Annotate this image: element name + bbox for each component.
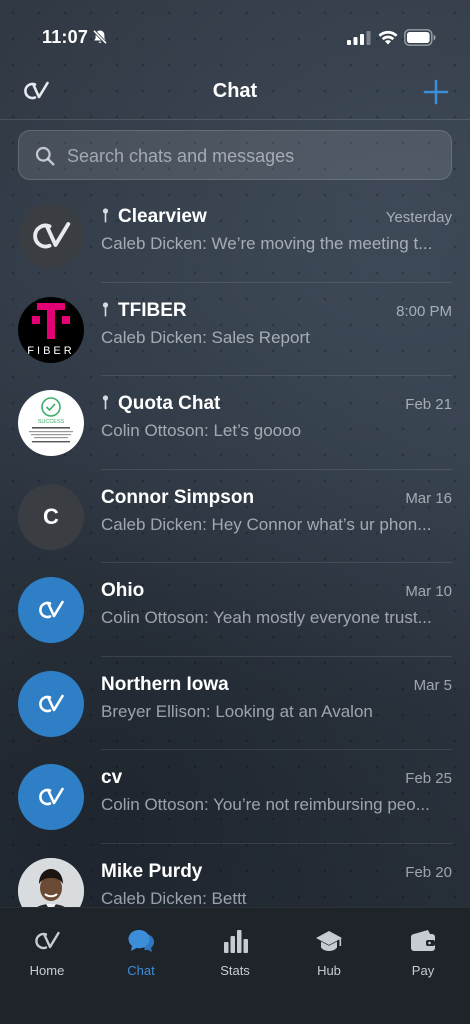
chat-preview: Caleb Dicken: Bettt xyxy=(101,888,247,908)
chat-preview: Caleb Dicken: We’re moving the meeting t… xyxy=(101,234,433,253)
bar-chart-icon xyxy=(224,930,248,953)
chat-item-clearview[interactable]: Clearview Yesterday Caleb Dicken: We’re … xyxy=(0,189,470,283)
chat-name-text: TFIBER xyxy=(118,299,187,321)
tab-home[interactable]: Home xyxy=(7,928,87,988)
chat-time: Mar 10 xyxy=(405,583,452,600)
success-text: SUCCESS xyxy=(38,419,65,425)
pin-icon xyxy=(102,395,109,410)
chat-time: Yesterday xyxy=(385,209,452,226)
chat-name: Northern Iowa xyxy=(101,674,229,696)
chat-time: Mar 5 xyxy=(413,676,452,694)
chat-name-text: cv xyxy=(101,767,123,788)
avatar: C xyxy=(18,483,84,550)
avatar xyxy=(18,857,84,907)
tab-pay[interactable]: Pay xyxy=(383,928,463,988)
chat-bubbles-icon xyxy=(128,930,155,952)
chat-name: Clearview xyxy=(101,206,207,228)
avatar: SUCCESS xyxy=(18,390,84,456)
chat-time: Feb 21 xyxy=(405,396,452,413)
chat-name-text: Clearview xyxy=(118,206,207,227)
chat-time: 8:00 PM xyxy=(396,302,452,320)
wallet-icon xyxy=(411,930,435,951)
chat-time: Mar 16 xyxy=(405,489,452,507)
search-icon xyxy=(35,146,55,166)
tab-stats[interactable]: Stats xyxy=(195,928,275,988)
tab-hub[interactable]: Hub xyxy=(289,928,369,988)
cv-logo-icon xyxy=(33,222,71,249)
tab-label: Chat xyxy=(127,963,155,978)
chat-item-quota-chat[interactable]: SUCCESS Quota Chat Feb 21 Colin Ottoson:… xyxy=(0,376,470,470)
avatar-initial: C xyxy=(43,503,59,529)
chat-item-mike-purdy[interactable]: Mike Purdy Feb 20 Caleb Dicken: Bettt xyxy=(0,844,470,908)
chat-name-text: Connor Simpson xyxy=(101,486,255,508)
chat-preview: Colin Ottoson: You’re not reimbursing pe… xyxy=(101,795,430,814)
search-bar[interactable] xyxy=(18,130,452,180)
chat-name: Ohio xyxy=(101,580,144,602)
tfiber-logo-icon: FIBER xyxy=(27,302,74,357)
chat-preview: Colin Ottoson: Yeah mostly everyone trus… xyxy=(101,608,432,627)
status-bar: 11:07 xyxy=(0,0,470,64)
chat-name: TFIBER xyxy=(101,300,187,322)
cv-logo-icon xyxy=(39,600,64,619)
new-chat-plus-icon[interactable] xyxy=(422,78,450,106)
chat-name-text: Northern Iowa xyxy=(101,673,229,695)
chat-name-text: Quota Chat xyxy=(118,393,221,414)
wifi-icon xyxy=(378,30,398,45)
graduation-cap-icon xyxy=(316,931,342,951)
tab-label: Pay xyxy=(411,963,435,978)
chat-preview: Caleb Dicken: Hey Connor what’s ur phon.… xyxy=(101,514,432,534)
chat-item-cv[interactable]: cv Feb 25 Colin Ottoson: You’re not reim… xyxy=(0,750,470,844)
chat-name: cv xyxy=(101,767,122,789)
tab-label: Stats xyxy=(220,963,250,978)
bell-muted-icon xyxy=(92,29,108,45)
chat-name: Connor Simpson xyxy=(101,487,254,509)
chat-list: Clearview Yesterday Caleb Dicken: We’re … xyxy=(0,189,470,907)
cv-logo-icon xyxy=(35,931,60,950)
chat-time: Feb 20 xyxy=(405,863,452,881)
chat-name-text: Ohio xyxy=(101,580,145,601)
chat-item-tfiber[interactable]: FIBER TFIBER 8:00 PM Caleb Dicken: Sales… xyxy=(0,283,470,376)
chat-item-ohio[interactable]: Ohio Mar 10 Colin Ottoson: Yeah mostly e… xyxy=(0,563,470,657)
success-screenshot-icon: SUCCESS xyxy=(29,397,73,443)
chat-screen: 11:07 Chat Search chats and messages Cle… xyxy=(0,0,470,1024)
chat-name-text: Mike Purdy xyxy=(101,860,203,882)
pin-icon xyxy=(102,301,109,316)
tab-label: Hub xyxy=(317,963,341,978)
chat-item-connor-simpson[interactable]: C Connor Simpson Mar 16 Caleb Dicken: He… xyxy=(0,470,470,563)
avatar: FIBER xyxy=(18,296,84,363)
tab-chat[interactable]: Chat xyxy=(101,928,181,988)
avatar xyxy=(18,577,84,643)
chat-preview: Colin Ottoson: Let’s goooo xyxy=(101,421,302,440)
pin-icon xyxy=(102,208,109,223)
avatar xyxy=(18,670,84,737)
battery-icon xyxy=(404,29,436,46)
chat-name: Mike Purdy xyxy=(101,861,202,883)
chat-item-northern-iowa[interactable]: Northern Iowa Mar 5 Breyer Ellison: Look… xyxy=(0,657,470,750)
cv-logo-icon xyxy=(39,694,64,712)
tab-label: Home xyxy=(29,963,65,978)
chat-name: Quota Chat xyxy=(101,393,220,415)
chat-time: Feb 25 xyxy=(405,770,452,787)
tab-bar: Home Chat Stats Hub Pay xyxy=(0,907,470,1024)
search-input[interactable] xyxy=(67,143,437,169)
cv-logo-icon xyxy=(39,787,64,806)
status-time: 11:07 xyxy=(42,27,89,47)
cellular-signal-icon xyxy=(347,31,371,45)
tfiber-logo-text: FIBER xyxy=(27,345,74,357)
navigation-header: Chat xyxy=(0,64,470,120)
avatar xyxy=(18,764,84,830)
chat-preview: Breyer Ellison: Looking at an Avalon xyxy=(101,701,373,721)
avatar xyxy=(18,203,84,269)
page-title: Chat xyxy=(212,80,258,102)
person-photo-icon xyxy=(18,857,84,907)
chat-preview: Caleb Dicken: Sales Report xyxy=(101,327,310,347)
